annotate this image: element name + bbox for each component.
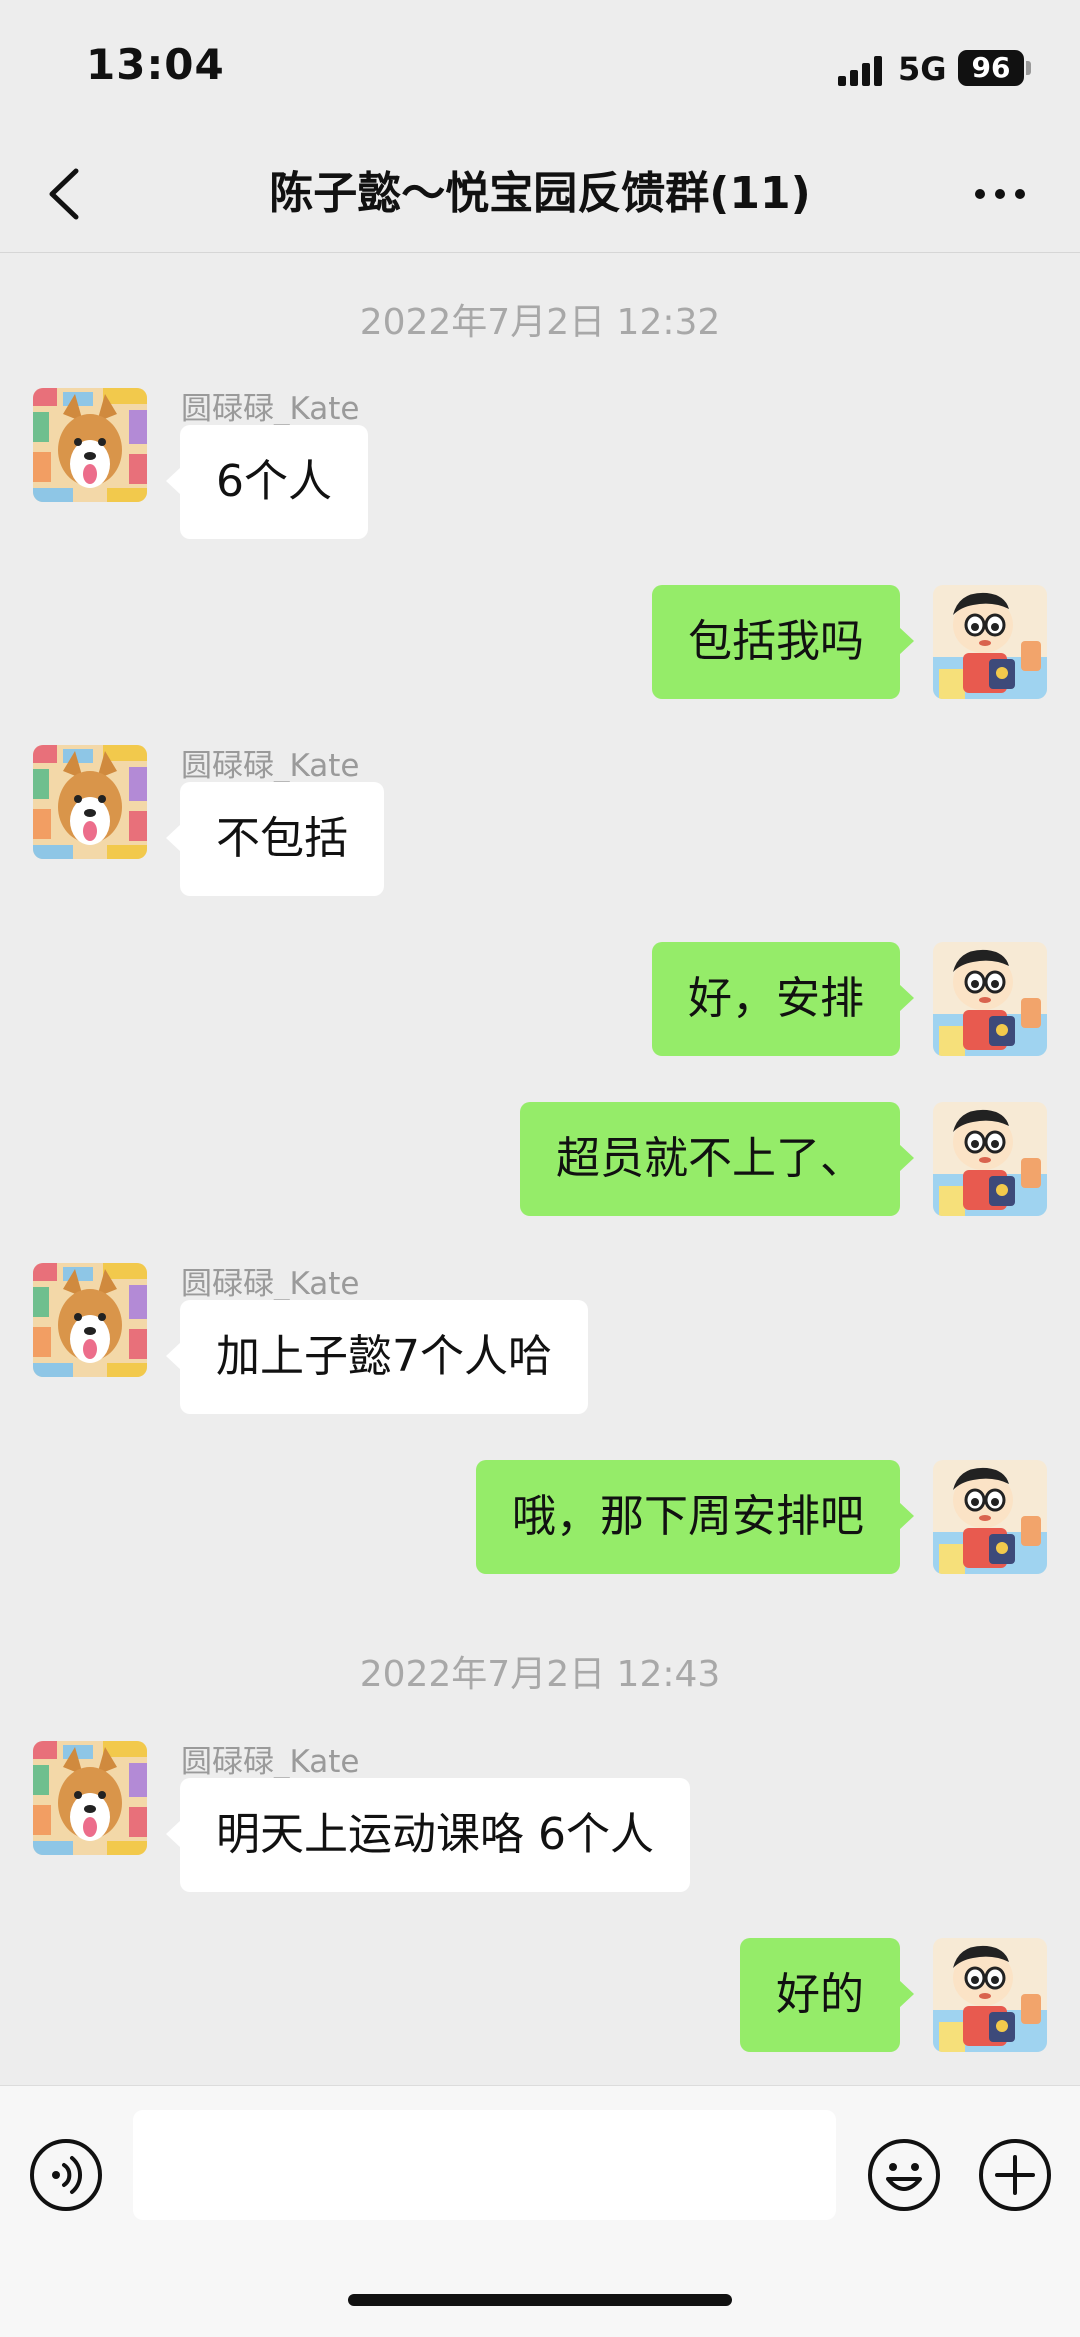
sender-name: 圆碌碌_Kate	[181, 1266, 360, 1302]
chevron-left-icon[interactable]	[40, 165, 90, 223]
nav-bar: 陈子懿～悦宝园反馈群(11)	[0, 135, 1080, 253]
sender-name: 圆碌碌_Kate	[181, 1744, 360, 1780]
signal-bars-icon	[838, 56, 882, 86]
sender-avatar[interactable]	[33, 745, 147, 859]
outgoing-message[interactable]: 好的	[740, 1938, 914, 2052]
incoming-message[interactable]: 6个人	[166, 425, 368, 539]
incoming-message[interactable]: 明天上运动课咯 6个人	[166, 1778, 690, 1892]
own-avatar[interactable]	[933, 1460, 1047, 1574]
chat-title: 陈子懿～悦宝园反馈群(11)	[269, 168, 811, 219]
message-list[interactable]: 2022年7月2日 12:32 圆碌碌_Kate 6个人 包括我吗 圆碌碌_Ka…	[0, 253, 1080, 2085]
status-time: 13:04	[86, 40, 225, 89]
outgoing-message[interactable]: 好，安排	[652, 942, 914, 1056]
own-avatar[interactable]	[933, 942, 1047, 1056]
voice-icon[interactable]	[28, 2137, 104, 2213]
own-avatar[interactable]	[933, 1938, 1047, 2052]
home-indicator[interactable]	[348, 2294, 732, 2306]
status-bar: 13:04 5G 96	[0, 0, 1080, 135]
message-timestamp: 2022年7月2日 12:43	[359, 1654, 721, 1695]
sender-avatar[interactable]	[33, 388, 147, 502]
plus-circle-icon[interactable]	[977, 2137, 1053, 2213]
message-input[interactable]	[133, 2110, 836, 2220]
incoming-message[interactable]: 加上子懿7个人哈	[166, 1300, 588, 1414]
sender-name: 圆碌碌_Kate	[181, 391, 360, 427]
incoming-message[interactable]: 不包括	[166, 782, 384, 896]
battery-tip	[1026, 61, 1031, 75]
own-avatar[interactable]	[933, 1102, 1047, 1216]
battery-indicator: 96	[958, 50, 1024, 86]
message-timestamp: 2022年7月2日 12:32	[359, 302, 721, 343]
sender-avatar[interactable]	[33, 1263, 147, 1377]
outgoing-message[interactable]: 包括我吗	[652, 585, 914, 699]
more-horizontal-icon[interactable]	[970, 180, 1030, 208]
sender-avatar[interactable]	[33, 1741, 147, 1855]
emoji-icon[interactable]	[866, 2137, 942, 2213]
outgoing-message[interactable]: 超员就不上了、	[520, 1102, 914, 1216]
outgoing-message[interactable]: 哦，那下周安排吧	[476, 1460, 914, 1574]
network-type: 5G	[898, 50, 947, 88]
sender-name: 圆碌碌_Kate	[181, 748, 360, 784]
own-avatar[interactable]	[933, 585, 1047, 699]
